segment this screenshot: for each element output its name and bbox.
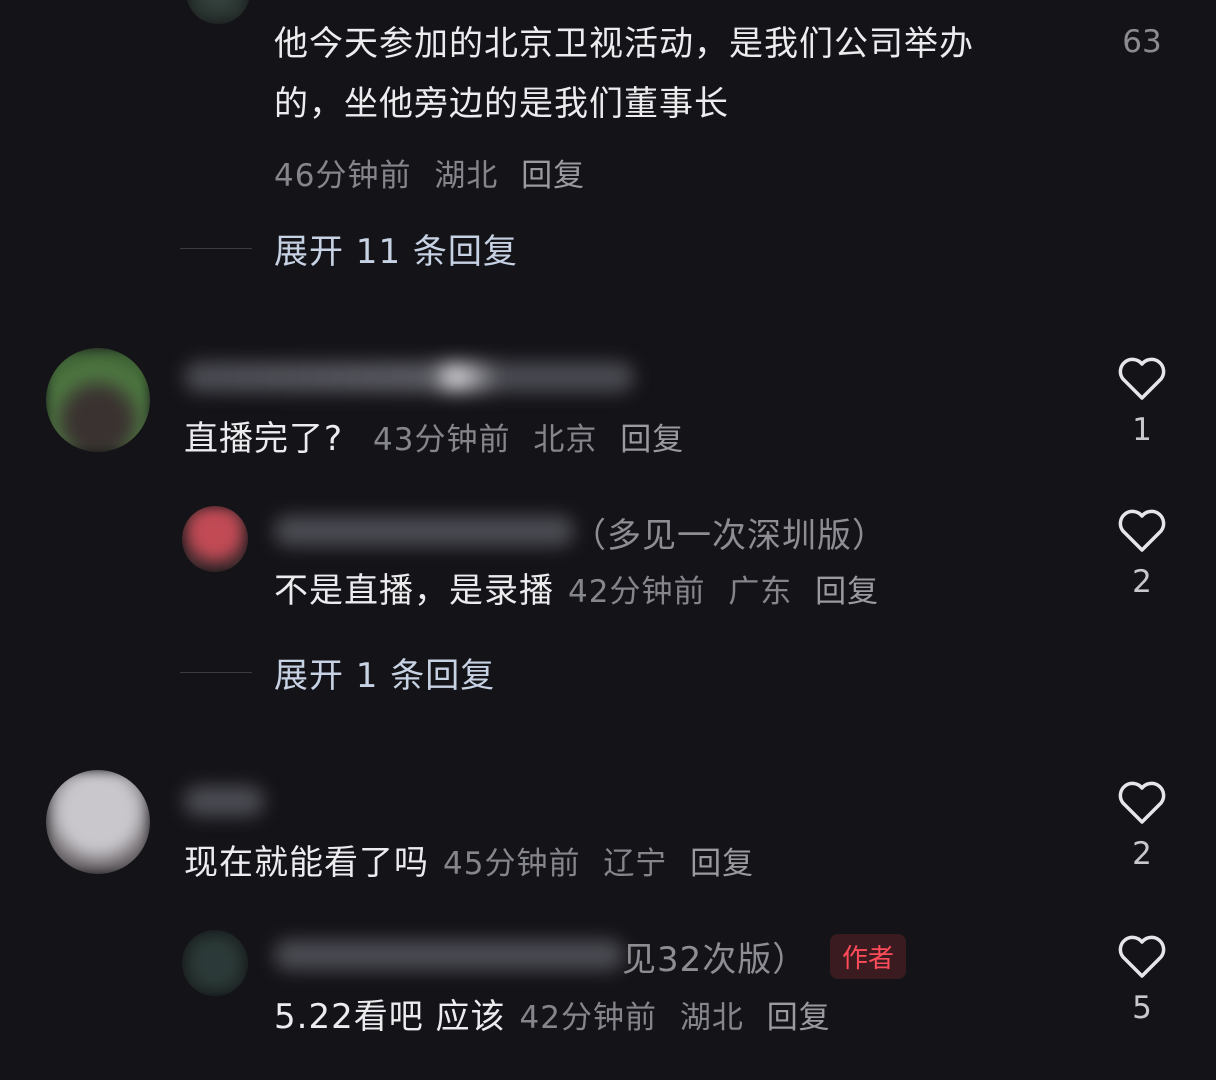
comment-text: 5.22看吧 应该 xyxy=(274,997,506,1037)
like-count: 2 xyxy=(1132,836,1152,872)
avatar[interactable] xyxy=(182,506,248,572)
username-blurred[interactable] xyxy=(184,786,264,816)
comment-text: 不是直播，是录播 xyxy=(274,571,554,611)
reply-button[interactable]: 回复 xyxy=(767,1000,831,1036)
author-badge: 作者 xyxy=(830,934,907,979)
comment-text: 他今天参加的北京卫视活动，是我们公司举办 的，坐他旁边的是我们董事长 xyxy=(274,24,974,124)
like-count: 2 xyxy=(1132,564,1152,600)
comment-body: 直播完了? 43分钟前 北京 回复 xyxy=(184,414,696,464)
comment-text: 直播完了? xyxy=(184,419,344,459)
comment-location: 湖北 xyxy=(434,158,499,194)
like-button[interactable]: 63 xyxy=(1112,24,1172,60)
reply-button[interactable]: 回复 xyxy=(620,422,684,458)
heart-outline-icon xyxy=(1118,935,1166,978)
comment-location: 辽宁 xyxy=(603,846,668,882)
comment-location: 广东 xyxy=(728,574,793,610)
comment-location: 湖北 xyxy=(679,1000,744,1036)
like-button[interactable]: 1 xyxy=(1112,356,1172,448)
comment-meta: 42分钟前 湖北 回复 xyxy=(520,992,843,1037)
comment-time: 45分钟前 xyxy=(443,846,581,882)
divider-line xyxy=(180,672,252,673)
expand-replies-button[interactable]: 展开 11 条回复 xyxy=(180,224,518,273)
comment-body: 现在就能看了吗 45分钟前 辽宁 回复 xyxy=(184,838,766,888)
username-blurred[interactable] xyxy=(274,516,574,546)
like-button[interactable]: 2 xyxy=(1112,508,1172,600)
like-button[interactable]: 2 xyxy=(1112,780,1172,872)
comment-time: 46分钟前 xyxy=(274,158,412,194)
heart-outline-icon xyxy=(1118,509,1166,552)
reply-button[interactable]: 回复 xyxy=(690,846,754,882)
like-button[interactable]: 5 xyxy=(1112,934,1172,1026)
comment-meta: 42分钟前 广东 回复 xyxy=(568,566,891,611)
like-count: 5 xyxy=(1132,990,1152,1026)
comment-time: 42分钟前 xyxy=(568,574,706,610)
expand-replies-label: 展开 11 条回复 xyxy=(274,232,518,272)
username-suffix: （多见一次深圳版） xyxy=(572,516,887,556)
avatar[interactable] xyxy=(46,770,150,874)
comment-meta: 46分钟前 湖北 回复 xyxy=(274,150,597,195)
comment-location: 北京 xyxy=(533,422,598,458)
heart-outline-icon xyxy=(1118,781,1166,824)
expand-replies-label: 展开 1 条回复 xyxy=(274,656,496,696)
comment-text: 现在就能看了吗 xyxy=(184,843,429,883)
comment-time: 42分钟前 xyxy=(519,1000,657,1036)
reply-button[interactable]: 回复 xyxy=(815,574,879,610)
comment-body: 5.22看吧 应该 42分钟前 湖北 回复 xyxy=(274,992,843,1042)
comment-meta: 43分钟前 北京 回复 xyxy=(373,414,696,459)
avatar[interactable] xyxy=(46,348,150,452)
comment-time: 43分钟前 xyxy=(373,422,511,458)
avatar[interactable] xyxy=(186,0,250,24)
username-suffix: 见32次版） xyxy=(622,940,808,980)
comment-body: 不是直播，是录播 42分钟前 广东 回复 xyxy=(274,566,891,616)
username-blurred[interactable] xyxy=(184,362,634,392)
divider-line xyxy=(180,248,252,249)
reply-button[interactable]: 回复 xyxy=(521,158,585,194)
comment-meta: 45分钟前 辽宁 回复 xyxy=(443,838,766,883)
heart-outline-icon xyxy=(1118,357,1166,400)
avatar[interactable] xyxy=(182,930,248,996)
username-blurred[interactable] xyxy=(274,940,624,970)
like-count: 1 xyxy=(1132,412,1152,448)
expand-replies-button[interactable]: 展开 1 条回复 xyxy=(180,648,495,697)
like-count: 63 xyxy=(1122,24,1162,60)
